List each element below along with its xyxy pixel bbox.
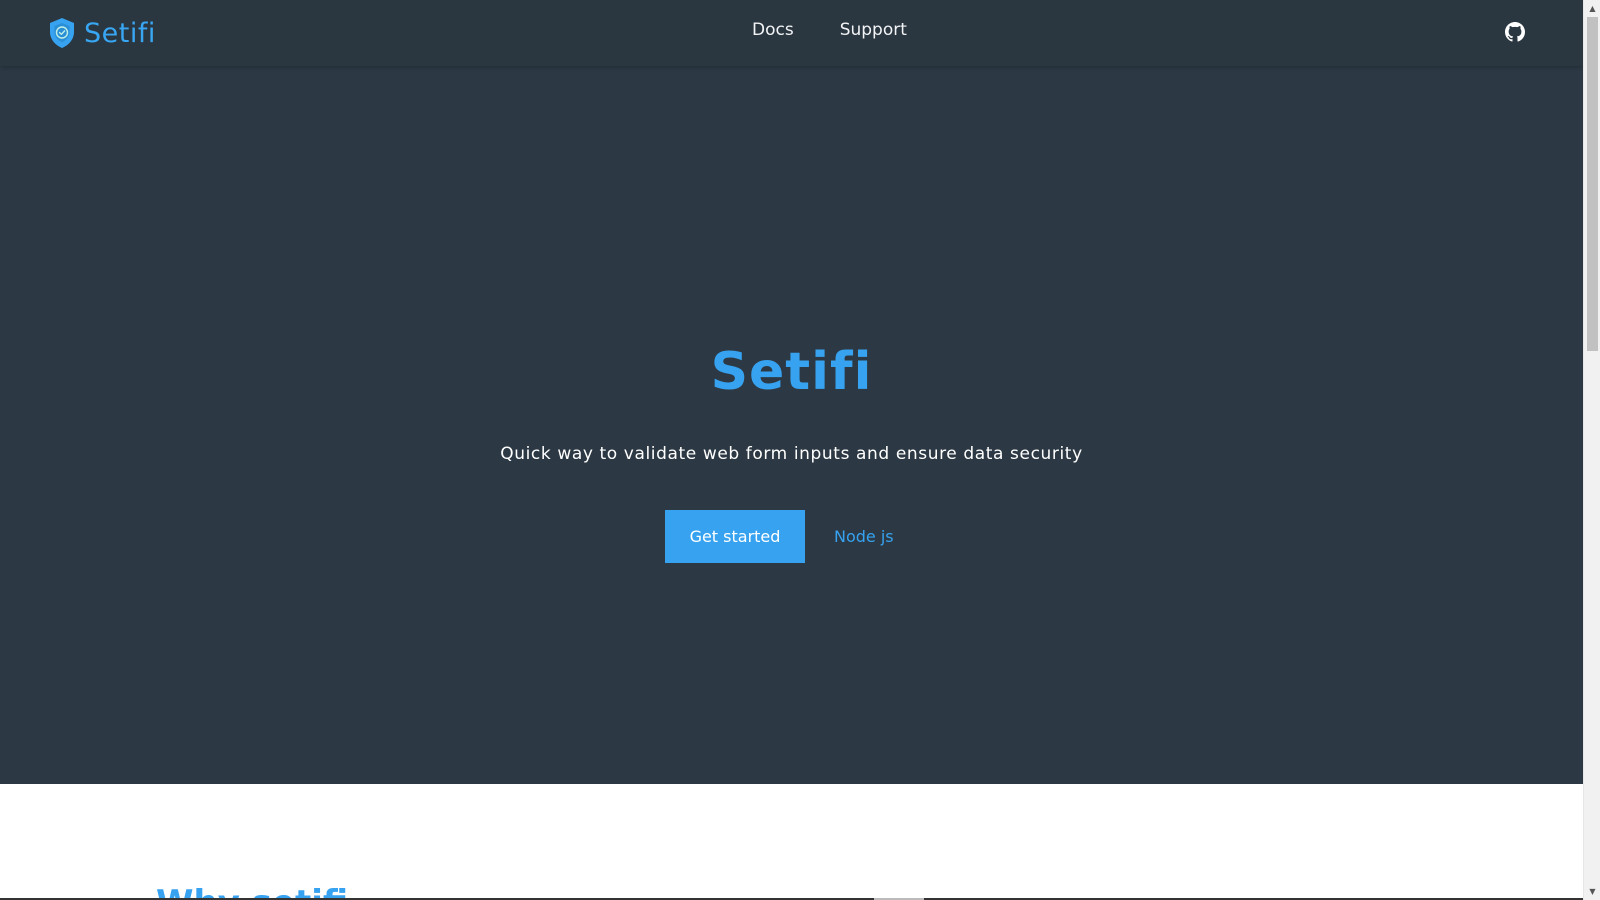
- scroll-up-arrow-icon[interactable]: ▲: [1584, 0, 1600, 17]
- hero-subtitle: Quick way to validate web form inputs an…: [500, 444, 1083, 464]
- scrollbar-thumb[interactable]: [1587, 17, 1598, 351]
- navbar: Setifi Docs Support: [0, 0, 1583, 66]
- github-icon[interactable]: [1505, 22, 1525, 42]
- vertical-scrollbar[interactable]: ▲ ▼: [1583, 0, 1600, 900]
- nav-link-docs[interactable]: Docs: [752, 20, 794, 40]
- shield-check-icon: [50, 18, 74, 48]
- hero-title: Setifi: [710, 342, 873, 402]
- scroll-down-arrow-icon[interactable]: ▼: [1584, 883, 1600, 900]
- brand-logo-link[interactable]: Setifi: [48, 16, 156, 50]
- get-started-button[interactable]: Get started: [665, 510, 805, 563]
- page: Setifi Docs Support Setifi Quick way to …: [0, 0, 1583, 900]
- main-nav: Docs Support: [752, 20, 907, 40]
- hero-actions: Get started Node js: [665, 510, 894, 563]
- node-js-link[interactable]: Node js: [834, 527, 894, 546]
- hero-section: Setifi Quick way to validate web form in…: [0, 66, 1583, 784]
- brand-name: Setifi: [84, 17, 156, 49]
- nav-link-support[interactable]: Support: [840, 20, 907, 40]
